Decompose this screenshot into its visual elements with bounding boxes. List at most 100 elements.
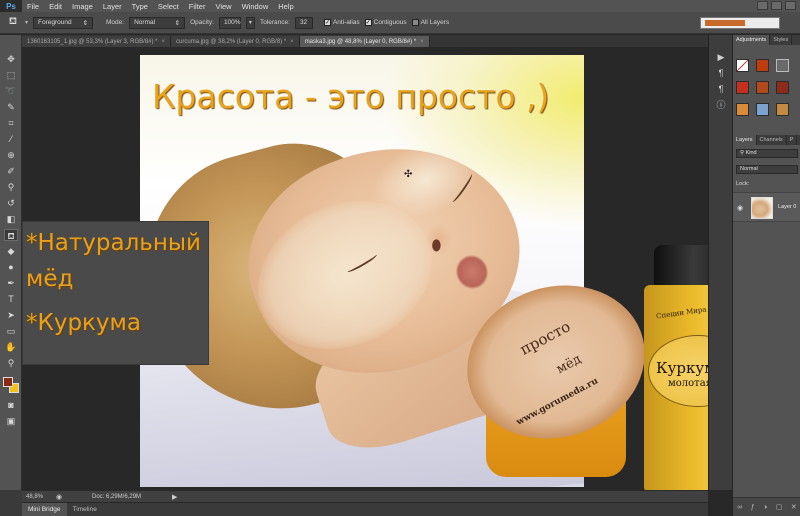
menu-window[interactable]: Window — [237, 2, 274, 11]
menu-image[interactable]: Image — [67, 2, 98, 11]
quick-select-tool-icon[interactable]: ✎ — [4, 101, 18, 113]
fx-icon[interactable]: ƒ — [751, 504, 755, 511]
menu-help[interactable]: Help — [273, 2, 298, 11]
style-swatch[interactable] — [756, 81, 769, 94]
eraser-tool-icon[interactable]: ◧ — [4, 213, 18, 225]
link-icon[interactable]: ∞ — [737, 504, 742, 511]
move-tool-icon[interactable]: ✥ — [4, 53, 18, 65]
close-icon[interactable]: × — [162, 39, 166, 45]
status-info-icon[interactable]: ◉ — [56, 493, 62, 501]
style-swatch[interactable] — [776, 103, 789, 116]
eye-icon[interactable]: ◉ — [737, 204, 743, 212]
zoom-level[interactable]: 48,8% — [26, 494, 43, 500]
maximize-button[interactable] — [771, 1, 782, 10]
turmeric-bottle: Специи Мира Куркума молотая — [640, 245, 708, 490]
ingredient-line-1: *Натуральный — [26, 230, 201, 256]
tool-preset-dropdown-icon[interactable]: ▾ — [25, 19, 28, 26]
contiguous-checkbox[interactable]: ✓ Contiguous — [364, 19, 407, 26]
close-window-button[interactable] — [785, 1, 796, 10]
clone-stamp-tool-icon[interactable]: ⚲ — [4, 181, 18, 193]
paint-bucket-tool-icon[interactable]: ⛾ — [4, 229, 18, 241]
style-swatch[interactable] — [756, 59, 769, 72]
canvas-area[interactable]: Красота - это просто ,) *Натуральный мёд… — [22, 47, 708, 490]
paragraph-icon[interactable]: ¶ — [715, 83, 727, 95]
type-tool-icon[interactable]: T — [4, 293, 18, 305]
info-icon[interactable]: ⓘ — [715, 99, 727, 111]
properties-icon[interactable]: ¶ — [715, 67, 727, 79]
brush-tool-icon[interactable]: ✐ — [4, 165, 18, 177]
ingredients-panel: *Натуральный мёд *Куркума — [22, 221, 209, 365]
menu-layer[interactable]: Layer — [98, 2, 127, 11]
style-swatch[interactable] — [776, 59, 789, 72]
style-swatch-none[interactable] — [736, 59, 749, 72]
style-swatch[interactable] — [736, 81, 749, 94]
marquee-tool-icon[interactable]: ⬚ — [4, 69, 18, 81]
nose-shape — [426, 223, 452, 255]
close-icon[interactable]: × — [290, 39, 294, 45]
tab-document-2[interactable]: curcuma.jpg @ 38,2% (Layer 0, RGB/8) * × — [171, 36, 300, 47]
tab-document-3[interactable]: maska3.jpg @ 48,8% (Layer 0, RGB/8#) * × — [299, 36, 430, 47]
opacity-dropdown-icon[interactable]: ▾ — [245, 16, 255, 29]
menu-edit[interactable]: Edit — [44, 2, 67, 11]
screen-mode-icon[interactable]: ▣ — [4, 415, 18, 427]
status-menu-arrow-icon[interactable]: ▶ — [172, 493, 177, 501]
zoom-tool-icon[interactable]: ⚲ — [4, 357, 18, 369]
eyedropper-tool-icon[interactable]: ⁄ — [4, 133, 18, 145]
anti-alias-checkbox[interactable]: ✓ Anti-alias — [323, 19, 360, 26]
ingredient-line-3: *Куркума — [26, 310, 141, 336]
quick-mask-icon[interactable]: ◙ — [4, 399, 18, 411]
path-selection-tool-icon[interactable]: ➤ — [4, 309, 18, 321]
blend-mode-select[interactable]: Normal — [736, 165, 798, 174]
menu-view[interactable]: View — [210, 2, 236, 11]
blur-tool-icon[interactable]: ◆ — [4, 245, 18, 257]
history-brush-tool-icon[interactable]: ↺ — [4, 197, 18, 209]
menu-type[interactable]: Type — [127, 2, 153, 11]
trash-icon[interactable]: ✕ — [791, 503, 797, 511]
bottom-panel-tabs: Mini Bridge Timeline — [22, 503, 708, 516]
lasso-tool-icon[interactable]: ➰ — [4, 85, 18, 97]
tab-channels[interactable]: Channels — [757, 135, 787, 145]
adjustments-tab-bar: Adjustments Styles — [733, 35, 800, 45]
mode-select[interactable]: Normal ⇕ — [129, 16, 186, 29]
style-swatch[interactable] — [756, 103, 769, 116]
history-icon[interactable]: ▶ — [715, 51, 727, 63]
photoshop-logo: Ps — [0, 0, 22, 12]
layer-kind-filter[interactable]: ⚲ Kind — [736, 149, 798, 158]
new-layer-icon[interactable]: ▢ — [776, 503, 783, 511]
opacity-input[interactable]: 100% — [218, 16, 241, 29]
style-swatch[interactable] — [736, 103, 749, 116]
crop-tool-icon[interactable]: ⌗ — [4, 117, 18, 129]
mask-icon[interactable]: ◑ — [763, 504, 767, 511]
tab-adjustments[interactable]: Adjustments — [733, 35, 771, 45]
tab-mini-bridge[interactable]: Mini Bridge — [22, 503, 67, 516]
tab-timeline[interactable]: Timeline — [67, 503, 103, 516]
menu-file[interactable]: File — [22, 2, 44, 11]
tab-layers[interactable]: Layers — [733, 135, 757, 145]
close-icon[interactable]: × — [420, 39, 424, 45]
all-layers-checkbox[interactable]: All Layers — [411, 19, 449, 26]
tab-document-1[interactable]: 1360163105_1.jpg @ 53,3% (Layer 3, RGB/8… — [22, 36, 172, 47]
workspace-switcher[interactable] — [700, 17, 780, 29]
tolerance-input[interactable]: 32 — [294, 16, 313, 29]
menu-filter[interactable]: Filter — [184, 2, 211, 11]
paint-bucket-icon[interactable]: ⛾ — [6, 16, 20, 29]
bottom-left-corner — [0, 490, 22, 516]
fill-source-select[interactable]: Foreground ⇕ — [33, 16, 94, 29]
hand-tool-icon[interactable]: ✋ — [4, 341, 18, 353]
layer-row[interactable]: ◉ Layer 0 — [733, 192, 800, 222]
layers-panel-footer: ∞ ƒ ◑ ▢ ✕ — [733, 497, 800, 516]
healing-brush-tool-icon[interactable]: ⊕ — [4, 149, 18, 161]
tab-paths[interactable]: P — [787, 135, 798, 145]
dodge-tool-icon[interactable]: ● — [4, 261, 18, 273]
foreground-color-swatch[interactable] — [3, 377, 13, 387]
style-swatch[interactable] — [776, 81, 789, 94]
document-tab-bar: 1360163105_1.jpg @ 53,3% (Layer 3, RGB/8… — [22, 35, 708, 47]
tab-styles[interactable]: Styles — [770, 35, 793, 45]
minimize-button[interactable] — [757, 1, 768, 10]
menu-select[interactable]: Select — [153, 2, 184, 11]
menu-bar: Ps File Edit Image Layer Type Select Fil… — [0, 0, 800, 12]
window-controls — [757, 1, 796, 10]
shape-tool-icon[interactable]: ▭ — [4, 325, 18, 337]
pen-tool-icon[interactable]: ✒ — [4, 277, 18, 289]
lock-label: Lock: — [736, 181, 750, 187]
